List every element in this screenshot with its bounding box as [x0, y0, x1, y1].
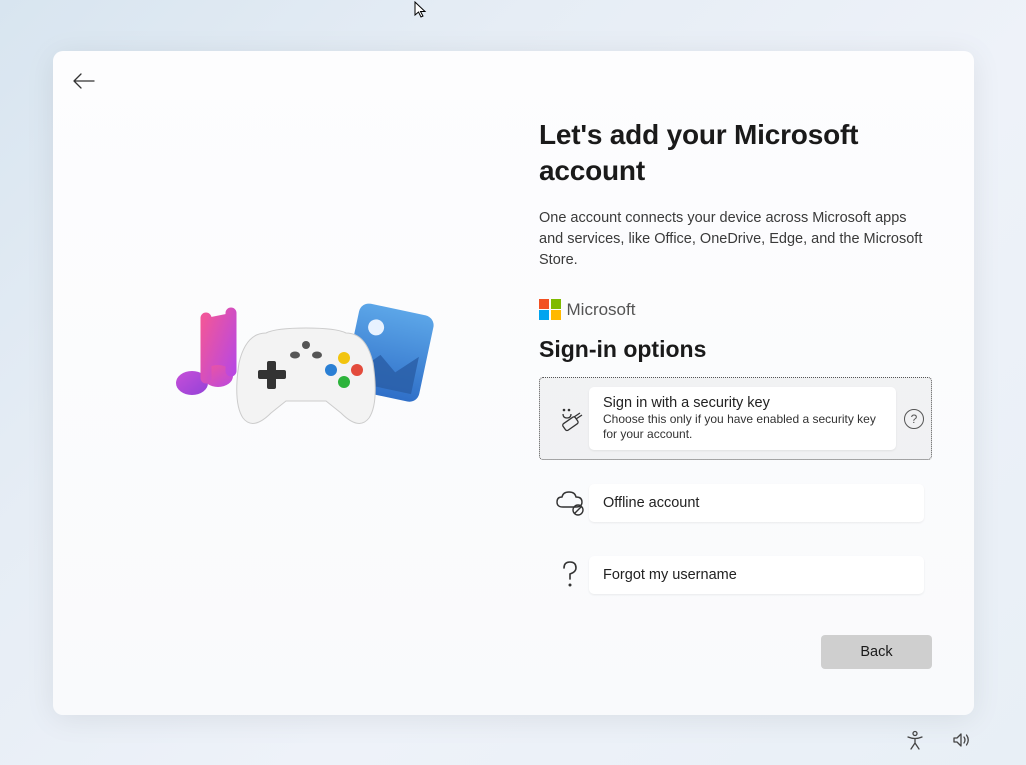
page-title: Let's add your Microsoft account: [539, 117, 932, 190]
cloud-offline-icon: [551, 490, 589, 516]
help-icon[interactable]: ?: [904, 409, 924, 429]
option-security-key-content[interactable]: Sign in with a security key Choose this …: [589, 387, 896, 450]
option-offline-account-content[interactable]: Offline account: [589, 484, 924, 522]
page-subtitle: One account connects your device across …: [539, 208, 932, 271]
option-subtitle: Choose this only if you have enabled a s…: [603, 412, 882, 442]
option-forgot-username[interactable]: Forgot my username: [539, 546, 932, 604]
footer-buttons: Back: [821, 635, 932, 669]
signin-options-heading: Sign-in options: [539, 336, 932, 363]
accessibility-icon[interactable]: [905, 730, 925, 755]
option-title: Offline account: [603, 495, 910, 511]
microsoft-logo-icon: [539, 299, 561, 321]
volume-icon[interactable]: [951, 730, 971, 755]
microsoft-logo-text: Microsoft: [567, 300, 636, 320]
illustration-pane: [53, 51, 539, 715]
option-security-key[interactable]: Sign in with a security key Choose this …: [539, 377, 932, 460]
security-key-icon: [551, 404, 589, 434]
content-pane: Let's add your Microsoft account One acc…: [539, 51, 974, 715]
microsoft-logo: Microsoft: [539, 299, 932, 321]
back-arrow-button[interactable]: [73, 73, 95, 94]
question-icon: [551, 560, 589, 590]
option-title: Sign in with a security key: [603, 395, 882, 411]
back-button[interactable]: Back: [821, 635, 932, 669]
entertainment-illustration: [156, 293, 436, 473]
option-forgot-username-content[interactable]: Forgot my username: [589, 556, 924, 594]
system-tray: [905, 730, 971, 755]
oobe-card: Let's add your Microsoft account One acc…: [53, 51, 974, 715]
option-title: Forgot my username: [603, 567, 910, 583]
option-offline-account[interactable]: Offline account: [539, 474, 932, 532]
cursor-pointer-icon: [414, 1, 428, 24]
